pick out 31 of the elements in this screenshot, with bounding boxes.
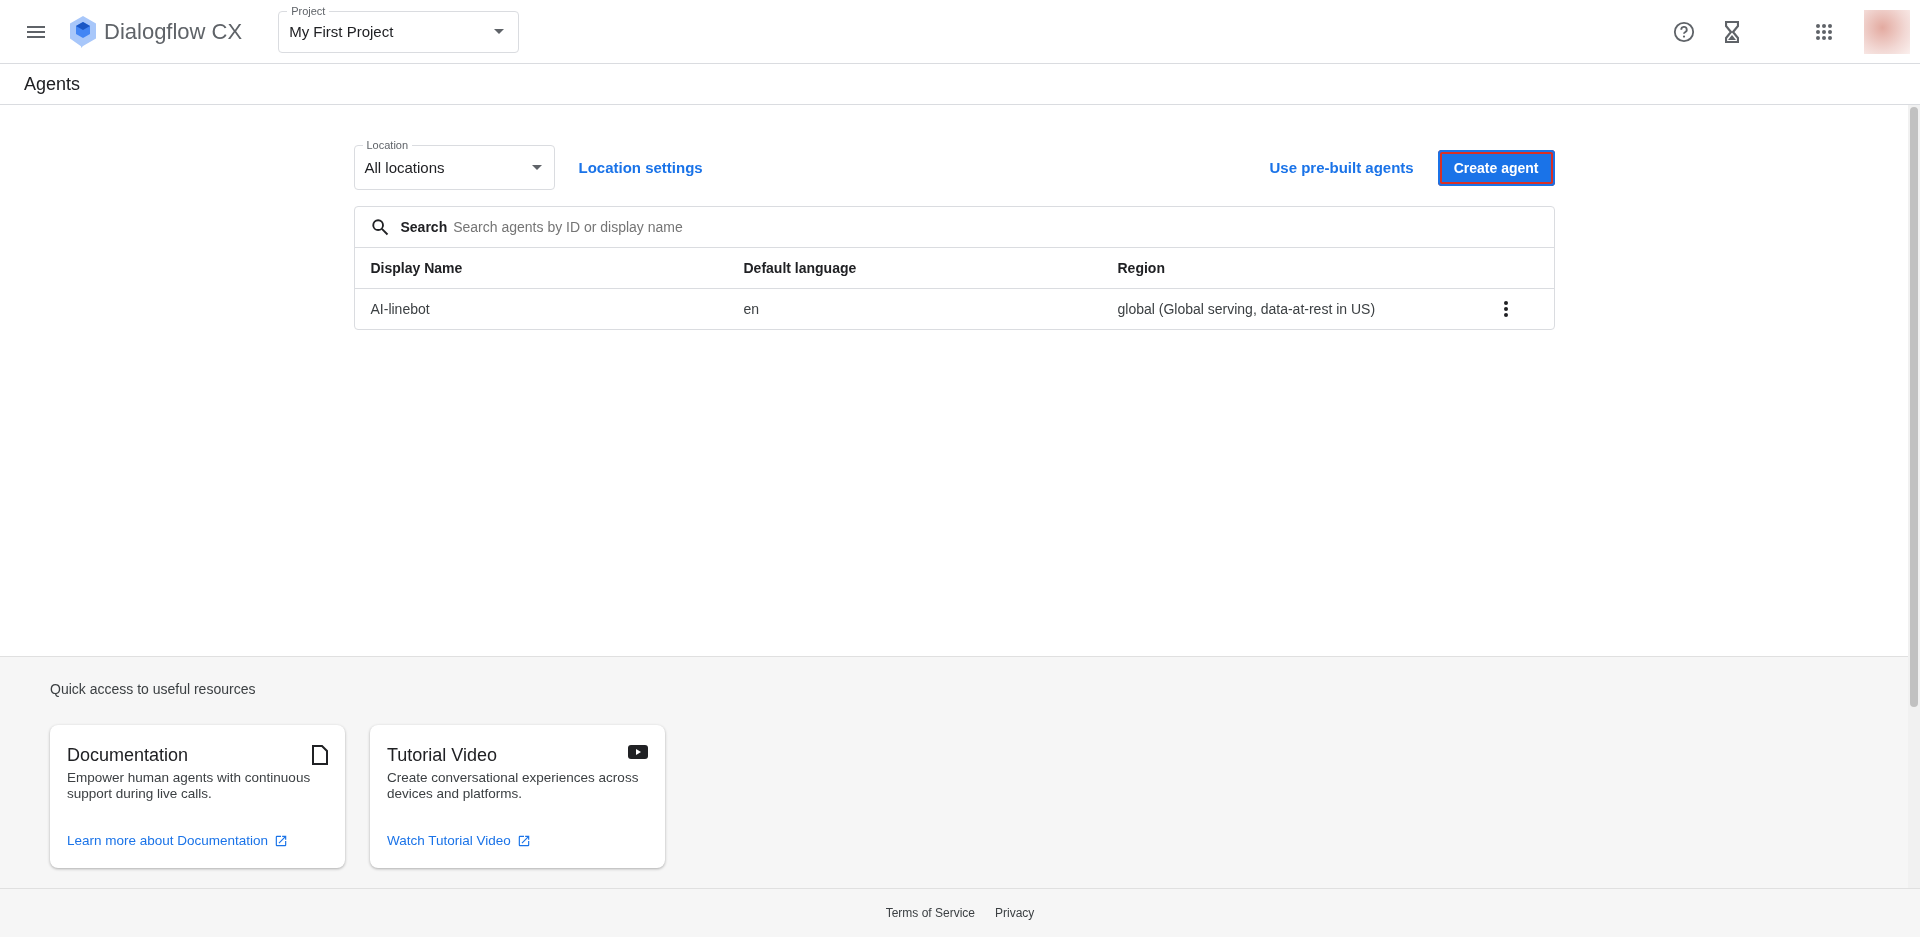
column-header: Default language bbox=[743, 260, 858, 276]
dropdown-caret-icon bbox=[531, 165, 542, 170]
dropdown-caret-icon bbox=[494, 29, 505, 34]
card-title: Documentation bbox=[67, 745, 189, 766]
product-name: Dialogflow CX bbox=[104, 18, 243, 45]
column-header: Region bbox=[1117, 260, 1166, 276]
footer-link[interactable]: Privacy bbox=[995, 906, 1035, 920]
scrollbar[interactable] bbox=[1908, 105, 1920, 888]
document-icon bbox=[312, 745, 328, 765]
page-title: Agents bbox=[24, 73, 81, 95]
logo-icon bbox=[70, 15, 96, 48]
card-description: Create conversational experiences across devices and platforms. bbox=[387, 770, 640, 802]
table-cell-text: AI-linebot bbox=[370, 301, 431, 317]
footer-link[interactable]: Terms of Service bbox=[885, 906, 975, 920]
external-link-icon bbox=[516, 833, 531, 848]
search-label: Search bbox=[400, 219, 448, 235]
prebuilt-agents-link[interactable]: Use pre-built agents bbox=[1269, 159, 1414, 176]
help-icon[interactable] bbox=[1672, 19, 1696, 44]
card-link[interactable]: Learn more about Documentation bbox=[67, 833, 328, 848]
column-header: Display Name bbox=[370, 260, 464, 276]
external-link-icon bbox=[274, 833, 289, 848]
search-icon bbox=[370, 218, 389, 236]
resources-title: Quick access to useful resources bbox=[50, 681, 257, 697]
card-description: Empower human agents with continuous support during live calls. bbox=[67, 770, 312, 802]
video-play-icon bbox=[628, 745, 648, 759]
create-agent-button[interactable]: Create agent bbox=[1437, 149, 1555, 186]
card-title: Tutorial Video bbox=[387, 745, 498, 766]
table-cell-text: en bbox=[743, 301, 761, 317]
card-link[interactable]: Watch Tutorial Video bbox=[387, 833, 648, 848]
table-cell-text: global (Global serving, data-at-rest in US) bbox=[1117, 301, 1377, 317]
location-settings-link[interactable]: Location settings bbox=[578, 159, 703, 176]
